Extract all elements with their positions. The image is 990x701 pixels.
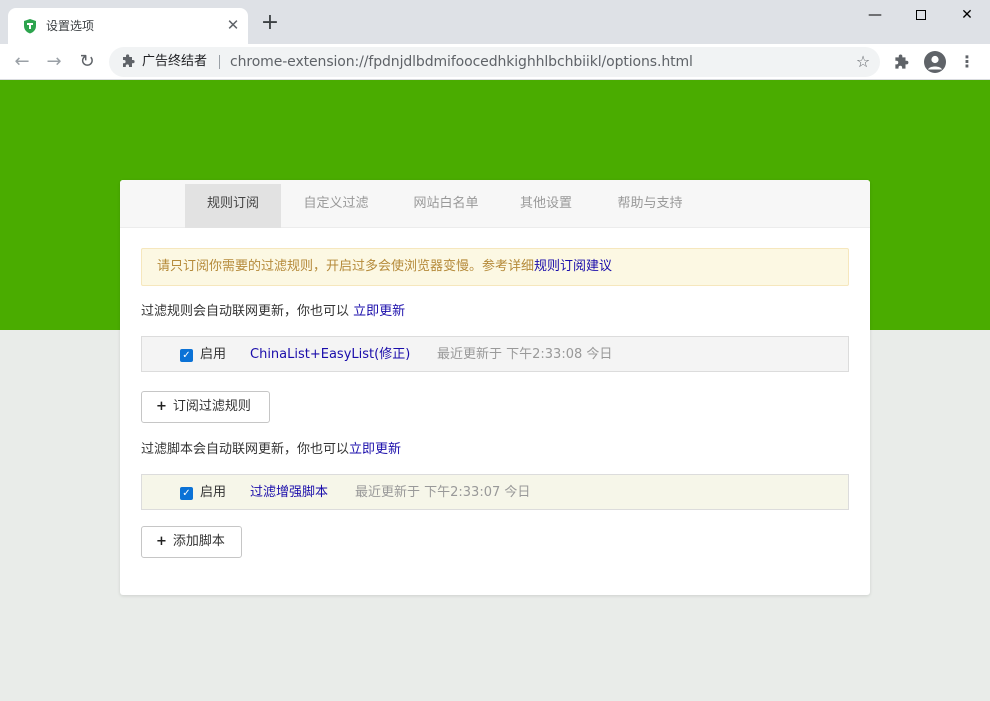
shield-icon [24, 19, 36, 34]
filter-scripts-description: 过滤脚本会自动联网更新，你也可以立即更新 [141, 440, 401, 460]
tab-site-whitelist[interactable]: 网站白名单 [396, 184, 496, 228]
subscription-advice-link[interactable]: 规则订阅建议 [534, 259, 612, 274]
new-tab-button[interactable]: + [258, 12, 282, 36]
puzzle-icon [123, 54, 135, 67]
tab-other-settings[interactable]: 其他设置 [506, 184, 586, 228]
extension-name: 广告终结者 [142, 54, 208, 69]
browser-menu-icon[interactable]: ⋮ [958, 50, 976, 74]
minimize-button[interactable]: — [852, 0, 898, 30]
plus-icon: + [156, 534, 167, 549]
tab-rule-subscription[interactable]: 规则订阅 [185, 184, 281, 228]
rule-updated-time: 最近更新于 下午2:33:08 今日 [437, 347, 613, 362]
back-button[interactable]: ← [8, 48, 36, 76]
script-updated-time: 最近更新于 下午2:33:07 今日 [355, 485, 531, 500]
options-panel: 规则订阅 自定义过滤 网站白名单 其他设置 帮助与支持 请只订阅你需要的过滤规则… [120, 180, 870, 595]
filter-rules-desc-text: 过滤规则会自动联网更新，你也可以 [141, 304, 354, 319]
address-separator [219, 55, 220, 69]
subscribe-rules-label: 订阅过滤规则 [172, 399, 251, 414]
tab-close-icon[interactable]: ✕ [224, 16, 242, 34]
warning-notice: 请只订阅你需要的过滤规则，开启过多会使浏览器变慢。参考详细规则订阅建议 [141, 248, 849, 286]
tab-custom-filter[interactable]: 自定义过滤 [286, 184, 386, 228]
tab-help-support[interactable]: 帮助与支持 [600, 184, 700, 228]
notice-text: 请只订阅你需要的过滤规则，开启过多会使浏览器变慢。参考详细 [157, 259, 535, 274]
close-window-button[interactable]: ✕ [944, 0, 990, 30]
address-bar[interactable]: 广告终结者 chrome-extension://fpdnjdlbdmifooc… [109, 47, 880, 77]
enable-label: 启用 [200, 347, 227, 362]
filter-script-row: ✓ 启用 过滤增强脚本 最近更新于 下午2:33:07 今日 [141, 474, 849, 510]
enable-label: 启用 [200, 485, 227, 500]
script-name-link[interactable]: 过滤增强脚本 [250, 483, 328, 503]
bookmark-star-icon[interactable]: ☆ [853, 52, 873, 72]
extensions-puzzle-icon[interactable] [892, 54, 910, 72]
plus-icon: + [156, 399, 167, 414]
options-tabs: 规则订阅 自定义过滤 网站白名单 其他设置 帮助与支持 [120, 180, 870, 228]
filter-rules-description: 过滤规则会自动联网更新，你也可以 立即更新 [141, 302, 405, 322]
filter-scripts-desc-text: 过滤脚本会自动联网更新，你也可以 [141, 442, 350, 457]
maximize-icon [916, 10, 926, 20]
update-scripts-link[interactable]: 立即更新 [349, 442, 401, 457]
profile-avatar-icon[interactable] [924, 51, 946, 73]
forward-button[interactable]: → [40, 48, 68, 76]
browser-toolbar: ← → ↻ 广告终结者 chrome-extension://fpdnjdlbd… [0, 44, 990, 80]
update-rules-link[interactable]: 立即更新 [353, 304, 405, 319]
maximize-button[interactable] [898, 0, 944, 30]
filter-rule-row: ✓ 启用 ChinaList+EasyList(修正) 最近更新于 下午2:33… [141, 336, 849, 372]
person-icon [928, 55, 942, 70]
browser-tab[interactable]: 设置选项 ✕ [8, 8, 248, 44]
enable-rule-checkbox[interactable]: ✓ [180, 349, 193, 362]
browser-titlebar: 设置选项 ✕ + — ✕ [0, 0, 990, 44]
enable-script-checkbox[interactable]: ✓ [180, 487, 193, 500]
add-script-label: 添加脚本 [172, 534, 225, 549]
rule-name-link[interactable]: ChinaList+EasyList(修正) [250, 345, 410, 365]
subscribe-rules-button[interactable]: + 订阅过滤规则 [141, 391, 270, 423]
url-text[interactable]: chrome-extension://fpdnjdlbdmifoocedhkig… [230, 53, 693, 71]
reload-button[interactable]: ↻ [73, 48, 101, 76]
add-script-button[interactable]: + 添加脚本 [141, 526, 242, 558]
tab-title: 设置选项 [46, 19, 95, 33]
